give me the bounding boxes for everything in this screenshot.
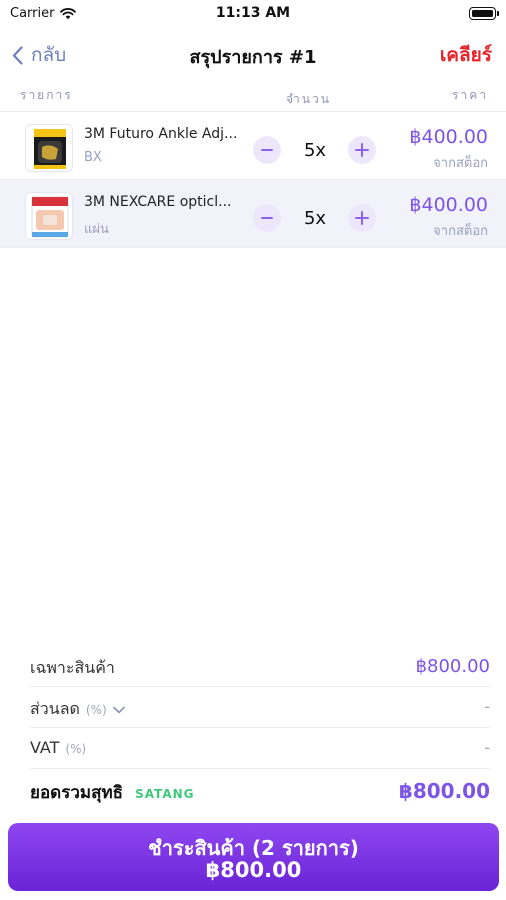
item-name: 3M Futuro Ankle Adj... bbox=[84, 126, 238, 142]
minus-icon bbox=[261, 149, 273, 151]
total-value: ฿800.00 bbox=[398, 779, 490, 803]
column-header-quantity: จำนวน bbox=[286, 92, 331, 106]
status-time: 11:13 AM bbox=[215, 5, 291, 21]
item-name: 3M NEXCARE opticl... bbox=[84, 194, 232, 210]
satang-badge: SATANG bbox=[135, 787, 195, 801]
decrease-quantity-button[interactable] bbox=[253, 204, 281, 232]
item-unit: แผ่น bbox=[84, 222, 109, 237]
vat-label-text: VAT bbox=[30, 738, 60, 757]
pay-button[interactable]: ชำระสินค้า (2 รายการ) ฿800.00 bbox=[8, 823, 499, 891]
chevron-down-icon[interactable] bbox=[112, 706, 125, 714]
item-quantity: 5x bbox=[303, 140, 327, 161]
column-header-price: ราคา bbox=[452, 88, 488, 102]
discount-label: ส่วนลด (%) bbox=[30, 697, 125, 722]
chevron-left-icon bbox=[12, 45, 23, 65]
increase-quantity-button[interactable] bbox=[348, 136, 376, 164]
subtotal-row: เฉพาะสินค้า ฿800.00 bbox=[30, 646, 490, 687]
nav-bar: กลับ สรุปรายการ #1 เคลียร์ bbox=[0, 36, 506, 72]
discount-label-text: ส่วนลด bbox=[30, 699, 80, 718]
total-row: ยอดรวมสุทธิ SATANG ฿800.00 bbox=[30, 769, 490, 810]
minus-icon bbox=[261, 217, 273, 219]
product-image bbox=[25, 192, 73, 240]
product-image bbox=[25, 124, 73, 172]
item-source: จากสต็อก bbox=[433, 224, 488, 239]
discount-percent-hint: (%) bbox=[85, 703, 107, 717]
list-item[interactable]: 3M Futuro Ankle Adj... BX 5x ฿400.00 จาก… bbox=[0, 112, 506, 180]
total-label: ยอดรวมสุทธิ SATANG bbox=[30, 779, 195, 806]
back-label: กลับ bbox=[31, 44, 67, 66]
subtotal-label-text: เฉพาะสินค้า bbox=[30, 658, 115, 677]
battery-icon bbox=[469, 7, 499, 20]
status-bar: Carrier 11:13 AM bbox=[0, 0, 506, 28]
subtotal-value: ฿800.00 bbox=[415, 656, 490, 677]
page-title: สรุปรายการ #1 bbox=[189, 47, 317, 68]
order-summary: เฉพาะสินค้า ฿800.00 ส่วนลด (%) - VAT (%)… bbox=[0, 646, 506, 810]
item-unit: BX bbox=[84, 150, 102, 165]
increase-quantity-button[interactable] bbox=[348, 204, 376, 232]
item-quantity: 5x bbox=[303, 208, 327, 229]
subtotal-label: เฉพาะสินค้า bbox=[30, 656, 115, 681]
plus-icon bbox=[355, 211, 369, 225]
list-item[interactable]: 3M NEXCARE opticl... แผ่น 5x ฿400.00 จาก… bbox=[0, 180, 506, 248]
vat-percent-hint: (%) bbox=[65, 742, 87, 756]
column-headers: รายการ จำนวน ราคา bbox=[0, 84, 506, 110]
back-button[interactable]: กลับ bbox=[12, 40, 66, 70]
vat-value: - bbox=[484, 738, 490, 757]
discount-row[interactable]: ส่วนลด (%) - bbox=[30, 687, 490, 728]
clear-button[interactable]: เคลียร์ bbox=[440, 40, 492, 70]
vat-label: VAT (%) bbox=[30, 738, 86, 757]
item-list: 3M Futuro Ankle Adj... BX 5x ฿400.00 จาก… bbox=[0, 112, 506, 248]
column-header-items: รายการ bbox=[20, 88, 73, 102]
plus-icon bbox=[355, 143, 369, 157]
decrease-quantity-button[interactable] bbox=[253, 136, 281, 164]
pay-button-total: ฿800.00 bbox=[205, 858, 302, 882]
item-price: ฿400.00 bbox=[409, 194, 488, 216]
item-source: จากสต็อก bbox=[433, 156, 488, 171]
vat-row[interactable]: VAT (%) - bbox=[30, 728, 490, 769]
item-price: ฿400.00 bbox=[409, 126, 488, 148]
total-label-text: ยอดรวมสุทธิ bbox=[30, 783, 124, 803]
discount-value: - bbox=[484, 697, 490, 716]
